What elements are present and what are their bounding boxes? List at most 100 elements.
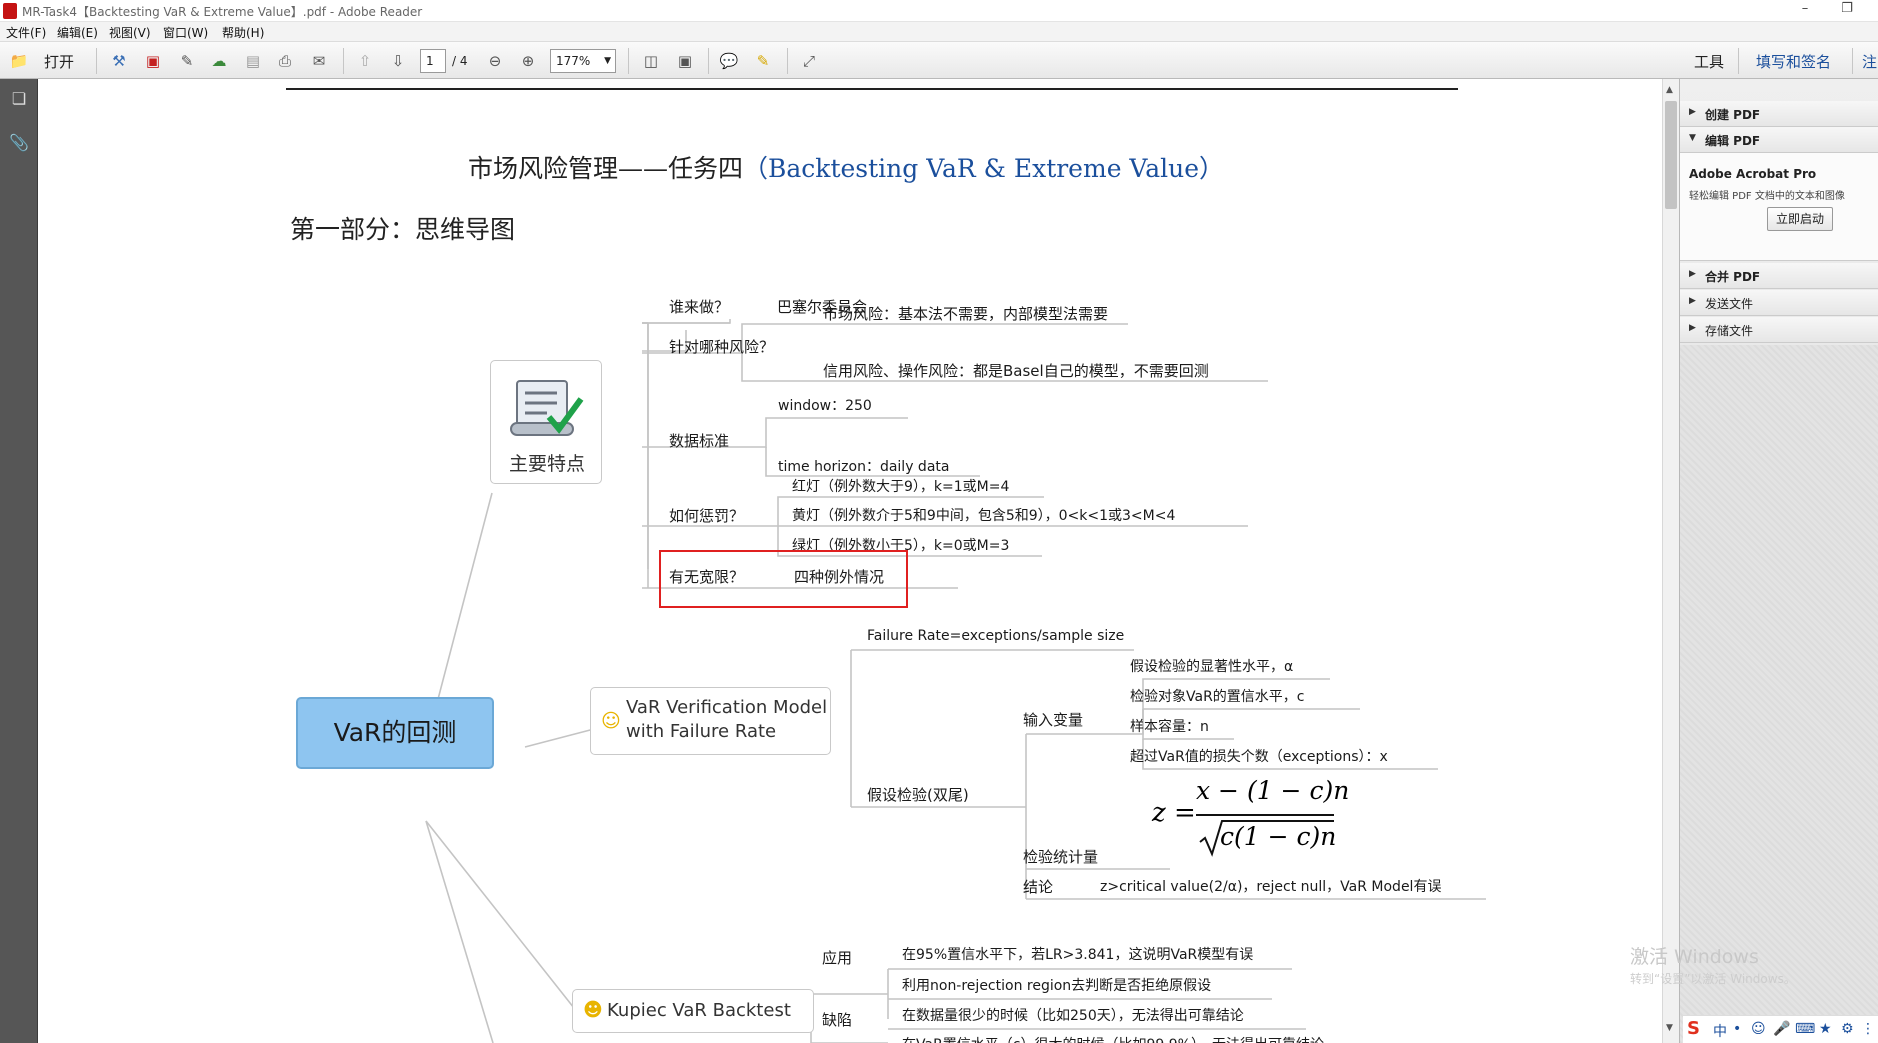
- document-view: 市场风险管理——任务四（Backtesting VaR & Extreme Va…: [38, 79, 1662, 1043]
- chevron-down-icon: ▼: [604, 56, 611, 66]
- print-icon[interactable]: ⎙: [274, 50, 296, 72]
- zoom-in-icon[interactable]: ⊕: [517, 50, 539, 72]
- microphone-icon[interactable]: 🎤: [1773, 1021, 1790, 1037]
- scroll-up-icon[interactable]: ▲: [1666, 85, 1673, 95]
- risk-credit: 信用风险、操作风险：都是Basel自己的模型，不需要回测: [823, 362, 1209, 380]
- tools-button[interactable]: 工具: [1694, 51, 1724, 72]
- create-pdf-section[interactable]: ▶ 创建 PDF: [1680, 101, 1878, 127]
- emoji-icon[interactable]: ☺: [1751, 1021, 1766, 1037]
- fill-sign-button[interactable]: 填写和签名: [1756, 51, 1831, 72]
- hypothesis-test-label: 假设检验(双尾): [867, 786, 969, 804]
- toolbar-separator: [708, 48, 709, 74]
- edit-pdf-label: 编辑 PDF: [1705, 134, 1761, 148]
- restore-button[interactable]: ❐: [1832, 1, 1862, 21]
- panel-background: [1680, 345, 1878, 1043]
- grin-icon: ☻: [583, 999, 603, 1021]
- input-sample-size: 样本容量：n: [1130, 719, 1209, 735]
- fit-width-icon[interactable]: ▣: [674, 50, 696, 72]
- conclusion-text: z>critical value(2/α)，reject null，VaR Mo…: [1100, 879, 1442, 895]
- title-bar: MR-Task4【Backtesting VaR & Extreme Value…: [0, 0, 1878, 22]
- input-confidence: 检验对象VaR的置信水平，c: [1130, 689, 1305, 705]
- zoom-out-icon[interactable]: ⊖: [484, 50, 506, 72]
- previous-page-icon[interactable]: ⇧: [354, 50, 376, 72]
- kupiec-def-2: 在VaR置信水平（c）很大的时候（比如99.9%），无法得出可靠结论: [902, 1034, 1324, 1043]
- toolbar-separator: [343, 48, 344, 74]
- keyboard-icon[interactable]: ⌨: [1795, 1021, 1815, 1037]
- data-horizon: time horizon：daily data: [778, 459, 950, 475]
- scroll-down-icon[interactable]: ▼: [1666, 1023, 1673, 1033]
- scrollbar-thumb[interactable]: [1665, 101, 1677, 209]
- z-formula-lhs: z =: [1152, 798, 1196, 828]
- navigation-pane: ❏ 📎: [0, 79, 38, 1043]
- edit-pdf-icon[interactable]: ✎: [176, 50, 198, 72]
- toolbar-separator: [628, 48, 629, 74]
- checklist-icon: [510, 380, 584, 436]
- kupiec-node: ☻ Kupiec VaR Backtest: [572, 989, 814, 1033]
- folder-open-icon[interactable]: 📁: [8, 50, 30, 72]
- sogou-logo-icon[interactable]: S: [1687, 1018, 1700, 1039]
- menu-file[interactable]: 文件(F): [6, 24, 46, 41]
- main-features-node: 主要特点: [490, 360, 602, 484]
- minimize-button[interactable]: –: [1790, 1, 1820, 21]
- failure-rate-formula: Failure Rate=exceptions/sample size: [867, 628, 1125, 644]
- penalty-yellow: 黄灯（例外数介于5和9中间，包含5和9），0<k<1或3<M<4: [792, 508, 1176, 524]
- z-formula-denominator: c(1 − c)n: [1220, 822, 1337, 851]
- activation-watermark: 激活 Windows: [1630, 946, 1759, 968]
- toolbar-separator: [1738, 48, 1739, 74]
- risk-market: 市场风险：基本法不需要，内部模型法需要: [823, 305, 1109, 323]
- ime-toolbar: S 中 • ☺ 🎤 ⌨ ★ ⚙ ⋮: [1683, 1015, 1878, 1043]
- cloud-upload-icon[interactable]: ☁: [208, 50, 230, 72]
- export-pdf-icon[interactable]: ▣: [142, 50, 164, 72]
- input-exceptions: 超过VaR值的损失个数（exceptions）：x: [1130, 749, 1388, 765]
- ime-language[interactable]: 中: [1713, 1021, 1727, 1041]
- send-file-label: 发送文件: [1705, 297, 1754, 311]
- kupiec-label: Kupiec VaR Backtest: [607, 1000, 791, 1021]
- merge-pdf-section[interactable]: ▶ 合并 PDF: [1680, 263, 1878, 289]
- punctuation-icon[interactable]: •: [1733, 1021, 1741, 1037]
- z-formula-numerator: x − (1 − c)n: [1196, 776, 1350, 805]
- highlight-box: [659, 550, 908, 608]
- page-number-input[interactable]: 1: [420, 49, 446, 73]
- chevron-right-icon: ▶: [1689, 323, 1696, 333]
- store-file-section[interactable]: ▶ 存储文件: [1680, 317, 1878, 343]
- kupiec-defect-label: 缺陷: [822, 1011, 853, 1029]
- menu-view[interactable]: 视图(V): [109, 24, 151, 41]
- chevron-right-icon: ▶: [1689, 269, 1696, 279]
- email-icon[interactable]: ✉: [308, 50, 330, 72]
- menu-icon[interactable]: ⋮: [1861, 1021, 1875, 1037]
- attachment-icon[interactable]: 📎: [9, 133, 29, 155]
- next-page-icon[interactable]: ⇩: [387, 50, 409, 72]
- menu-help[interactable]: 帮助(H): [222, 24, 264, 41]
- skin-icon[interactable]: ★: [1819, 1021, 1832, 1037]
- failure-rate-label: VaR Verification Model with Failure Rate: [626, 696, 827, 744]
- main-features-label: 主要特点: [508, 453, 585, 475]
- menu-window[interactable]: 窗口(W): [163, 24, 208, 41]
- comment-icon[interactable]: 💬: [718, 50, 740, 72]
- full-screen-icon[interactable]: ⤢: [798, 50, 820, 72]
- fit-page-icon[interactable]: ◫: [640, 50, 662, 72]
- zoom-value: 177%: [556, 54, 591, 68]
- menu-edit[interactable]: 编辑(E): [57, 24, 98, 41]
- window-title: MR-Task4【Backtesting VaR & Extreme Value…: [22, 5, 423, 19]
- comment-button[interactable]: 注: [1862, 51, 1877, 72]
- create-pdf-icon[interactable]: ⚒: [108, 50, 130, 72]
- kupiec-application-label: 应用: [822, 949, 853, 967]
- start-now-button[interactable]: 立即启动: [1767, 207, 1833, 231]
- send-file-section[interactable]: ▶ 发送文件: [1680, 290, 1878, 316]
- data-window: window：250: [778, 398, 872, 414]
- zoom-select[interactable]: 177% ▼: [550, 49, 616, 73]
- toolbar-separator: [96, 48, 97, 74]
- tools-icon[interactable]: ⚙: [1841, 1021, 1854, 1037]
- highlight-icon[interactable]: ✎: [752, 50, 774, 72]
- toolbar-separator: [787, 48, 788, 74]
- edit-pdf-section[interactable]: ▼ 编辑 PDF: [1680, 127, 1878, 153]
- data-standard-label: 数据标准: [669, 432, 730, 450]
- chevron-right-icon: ▶: [1689, 107, 1696, 117]
- activation-watermark-hint: 转到“设置”以激活 Windows。: [1630, 972, 1796, 986]
- open-button[interactable]: 打开: [44, 51, 74, 72]
- vertical-scrollbar[interactable]: ▲ ▼: [1662, 79, 1679, 1043]
- failure-rate-node: ☺ VaR Verification Model with Failure Ra…: [590, 687, 831, 755]
- save-icon[interactable]: ▤: [242, 50, 264, 72]
- menu-bar: 文件(F) 编辑(E) 视图(V) 窗口(W) 帮助(H): [0, 22, 1878, 42]
- page-thumbnails-icon[interactable]: ❏: [9, 89, 29, 111]
